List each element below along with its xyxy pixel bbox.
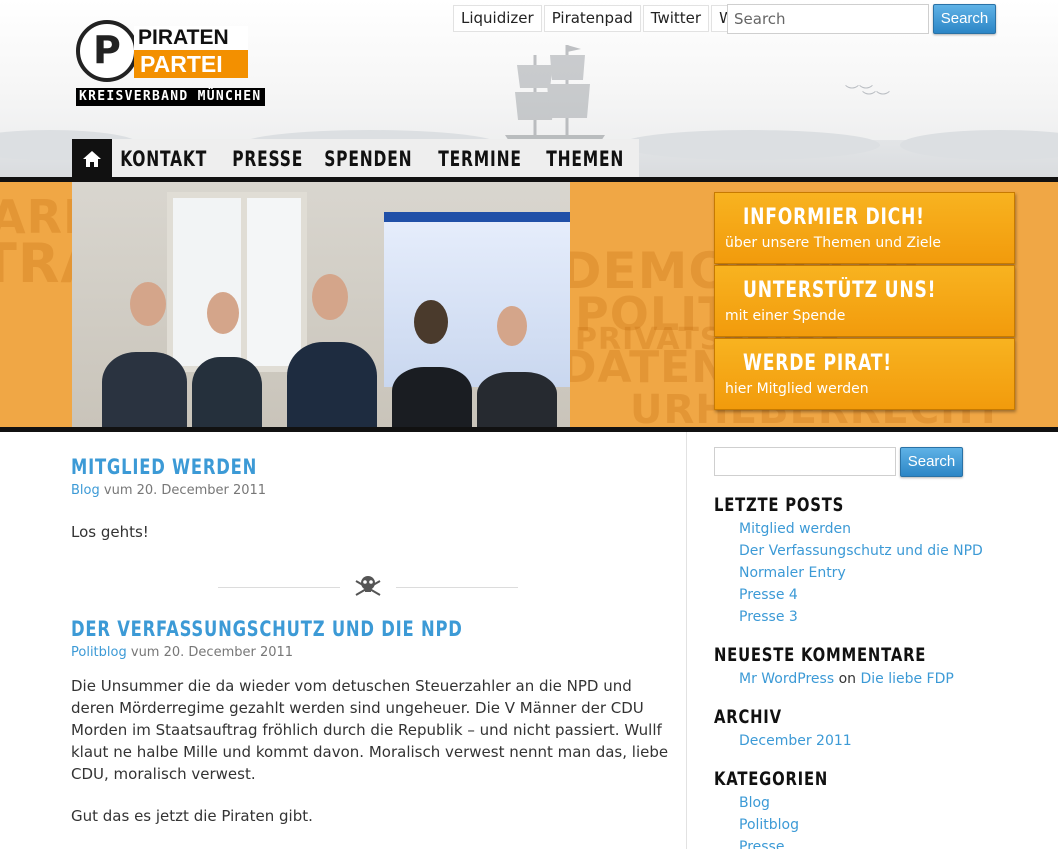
site-logo[interactable]: P PIRATEN PARTEI KREISVERBAND MÜNCHEN xyxy=(72,18,304,108)
photo-window xyxy=(247,192,307,372)
nav-spenden[interactable]: SPENDEN xyxy=(316,139,421,179)
nav-termine[interactable]: TERMINE xyxy=(430,139,530,179)
photo-window xyxy=(167,192,247,372)
cta-subtitle: über unsere Themen und Ziele xyxy=(725,235,942,251)
main-nav: KONTAKT PRESSE SPENDEN TERMINE THEMEN xyxy=(72,139,640,179)
home-icon xyxy=(83,151,101,167)
category-link[interactable]: Presse xyxy=(739,839,784,849)
recent-posts-list: Mitglied werden Der Verfassungschutz und… xyxy=(714,518,1014,628)
recent-post-link[interactable]: Mitglied werden xyxy=(739,521,851,537)
comment-post-link[interactable]: Die liebe FDP xyxy=(860,671,953,687)
photo-person xyxy=(477,372,557,427)
main-content: MITGLIED WERDEN Blog vum 20. December 20… xyxy=(71,455,671,849)
piraten-logo-icon: P xyxy=(76,20,138,82)
categories-list: Blog Politblog Presse xyxy=(714,792,1014,849)
header: ︶︶ ︶︶ P PIRATEN PARTEI KREISVERBAND MÜNC… xyxy=(0,0,1058,180)
cta-unterstuetz[interactable]: UNTERSTÜTZ UNS! mit einer Spende xyxy=(714,265,1015,337)
post-title[interactable]: MITGLIED WERDEN xyxy=(71,455,539,483)
header-search-button[interactable]: Search xyxy=(933,4,996,34)
photo-projection-screen xyxy=(384,212,570,387)
post-category-link[interactable]: Blog xyxy=(71,483,100,498)
photo-person-head xyxy=(497,306,527,346)
photo-person xyxy=(192,357,262,427)
photo-person xyxy=(102,352,187,427)
post-divider xyxy=(218,573,518,603)
cta-title: INFORMIER DICH! xyxy=(743,205,925,230)
nav-home[interactable] xyxy=(72,139,112,179)
cta-title: UNTERSTÜTZ UNS! xyxy=(743,278,937,303)
nav-presse[interactable]: PRESSE xyxy=(224,139,311,179)
sidebar-search-button[interactable]: Search xyxy=(900,447,963,477)
widget-title: ARCHIV xyxy=(714,706,782,728)
photo-person-head xyxy=(207,292,239,334)
post-paragraph: Los gehts! xyxy=(71,523,149,541)
recent-post-link[interactable]: Normaler Entry xyxy=(739,565,846,581)
widget-recent-posts: LETZTE POSTS Mitglied werden Der Verfass… xyxy=(714,494,1014,628)
widget-title: KATEGORIEN xyxy=(714,768,829,790)
comment-author-link[interactable]: Mr WordPress xyxy=(739,671,834,687)
category-link[interactable]: Blog xyxy=(739,795,770,811)
post: MITGLIED WERDEN Blog vum 20. December 20… xyxy=(71,455,671,543)
post-paragraph: Gut das es jetzt die Piraten gibt. xyxy=(71,807,313,825)
cta-informier[interactable]: INFORMIER DICH! über unsere Themen und Z… xyxy=(714,192,1015,264)
photo-person xyxy=(392,367,472,427)
photo-person-head xyxy=(130,282,166,326)
logo-text-top: PIRATEN xyxy=(134,26,248,50)
banner-photo[interactable] xyxy=(72,182,570,427)
wave-decoration xyxy=(620,130,880,160)
bird-icon: ︶︶ xyxy=(862,91,890,107)
skull-crossbones-icon xyxy=(355,576,381,596)
post-date: vum 20. December 2011 xyxy=(103,483,267,498)
widget-recent-comments: NEUESTE KOMMENTARE Mr WordPress on Die l… xyxy=(714,644,1014,690)
toplink-twitter[interactable]: Twitter xyxy=(642,5,710,32)
post-title[interactable]: DER VERFASSUNGSCHUTZ UND DIE NPD xyxy=(71,617,539,645)
recent-comments-list: Mr WordPress on Die liebe FDP xyxy=(714,668,1014,690)
recent-post-link[interactable]: Der Verfassungschutz und die NPD xyxy=(739,543,983,559)
cta-title: WERDE PIRAT! xyxy=(743,351,892,376)
toplink-liquidizer[interactable]: Liquidizer xyxy=(453,5,542,32)
logo-text-bottom: PARTEI xyxy=(134,50,248,78)
comment-on-text: on xyxy=(838,671,857,687)
column-divider xyxy=(686,432,687,849)
top-links: Liquidizer Piratenpad Twitter Wiki xyxy=(453,5,759,32)
cta-werde-pirat[interactable]: WERDE PIRAT! hier Mitglied werden xyxy=(714,338,1015,410)
recent-post-link[interactable]: Presse 4 xyxy=(739,587,798,603)
post-meta: Politblog vum 20. December 2011 xyxy=(71,645,671,660)
nav-kontakt[interactable]: KONTAKT xyxy=(112,139,215,179)
nav-themen[interactable]: THEMEN xyxy=(538,139,632,179)
widget-title: LETZTE POSTS xyxy=(714,494,845,516)
photo-person-head xyxy=(414,300,448,344)
widget-categories: KATEGORIEN Blog Politblog Presse xyxy=(714,768,1014,849)
widget-title: NEUESTE KOMMENTARE xyxy=(714,644,927,666)
toplink-piratenpad[interactable]: Piratenpad xyxy=(543,5,641,32)
post-category-link[interactable]: Politblog xyxy=(71,645,127,660)
archive-list: December 2011 xyxy=(714,730,1014,752)
photo-person xyxy=(287,342,377,427)
post-date: vum 20. December 2011 xyxy=(130,645,294,660)
recent-post-link[interactable]: Presse 3 xyxy=(739,609,798,625)
header-search-input[interactable]: Search xyxy=(727,4,929,34)
widget-archive: ARCHIV December 2011 xyxy=(714,706,1014,752)
sidebar-search-input[interactable] xyxy=(714,447,896,476)
post-meta: Blog vum 20. December 2011 xyxy=(71,483,671,498)
category-link[interactable]: Politblog xyxy=(739,817,799,833)
photo-person-head xyxy=(312,274,348,320)
cta-subtitle: mit einer Spende xyxy=(725,308,846,324)
post-paragraph: Die Unsummer die da wieder vom detuschen… xyxy=(71,677,669,783)
post: DER VERFASSUNGSCHUTZ UND DIE NPD Politbl… xyxy=(71,617,671,827)
cta-subtitle: hier Mitglied werden xyxy=(725,381,869,397)
logo-subtitle: KREISVERBAND MÜNCHEN xyxy=(76,88,265,106)
archive-link[interactable]: December 2011 xyxy=(739,733,852,749)
